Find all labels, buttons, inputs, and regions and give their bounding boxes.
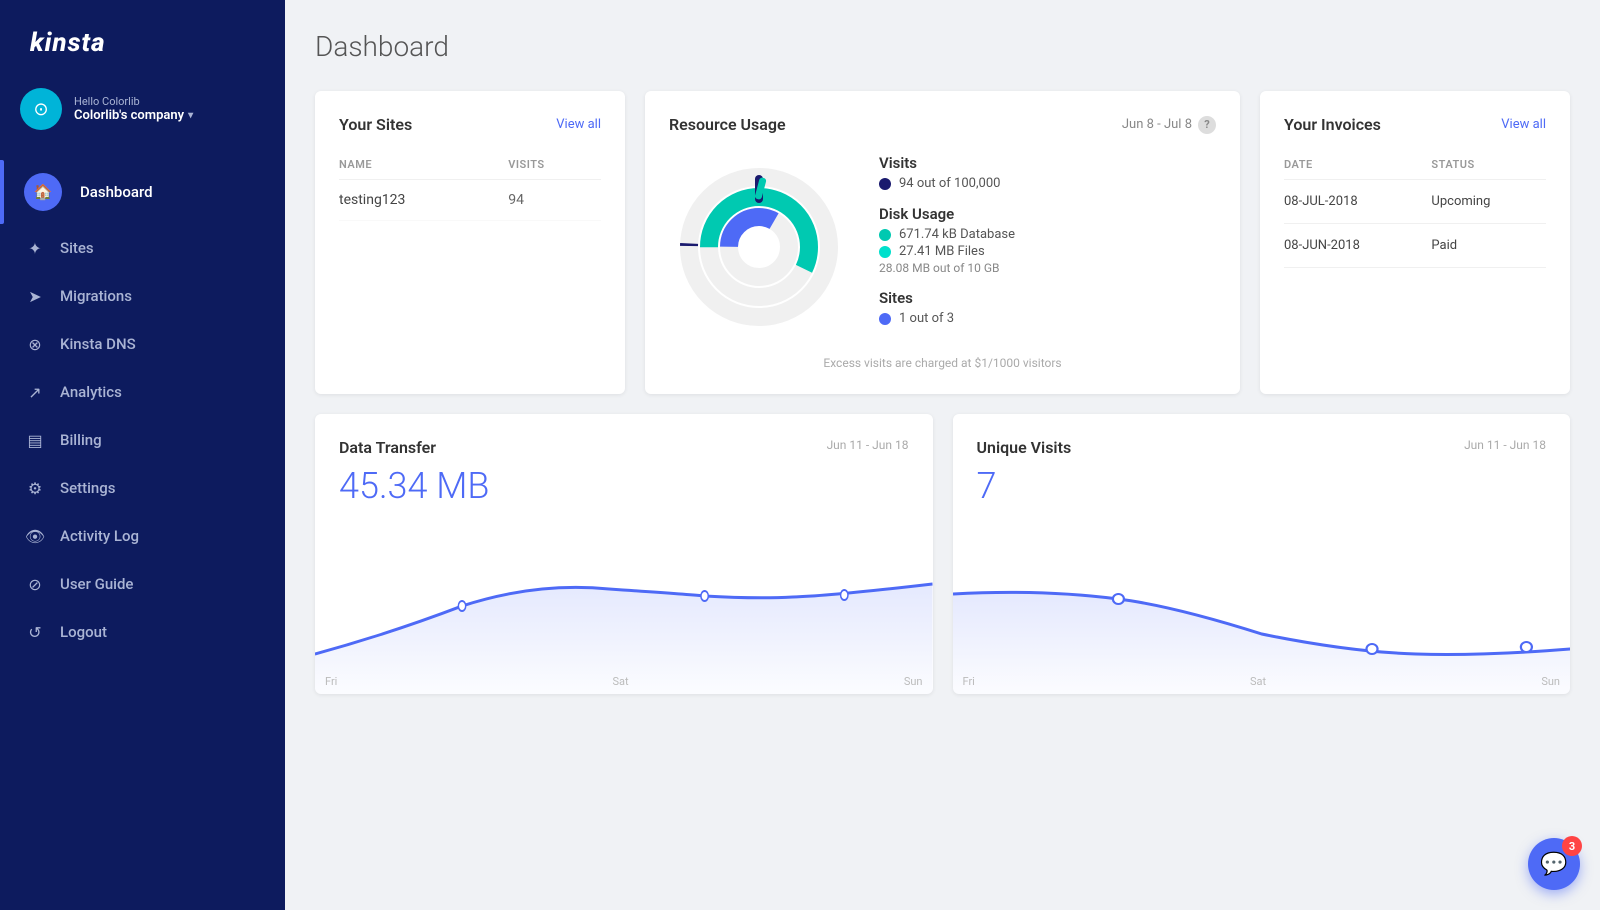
dashboard-icon: 🏠: [24, 173, 62, 211]
user-avatar: ⊙: [20, 88, 62, 130]
nav-list: 🏠 Dashboard ✦ Sites ➤ Migrations ⊗ Kinst…: [0, 150, 285, 910]
migrations-icon: ➤: [24, 285, 46, 307]
chat-badge: 3: [1562, 836, 1582, 856]
unique-visits-date: Jun 11 - Jun 18: [1464, 438, 1546, 452]
invoices-card-title: Your Invoices: [1284, 115, 1381, 134]
unique-visits-value: 7: [977, 465, 1547, 507]
sidebar-item-logout[interactable]: ↺ Logout: [0, 608, 285, 656]
disk-files-dot: [879, 246, 891, 258]
sidebar-item-label: Sites: [60, 239, 94, 257]
sidebar-item-label: Kinsta DNS: [60, 335, 136, 353]
sites-table: NAME VISITS testing12394: [339, 150, 601, 221]
invoices-card-header: Your Invoices View all: [1284, 115, 1546, 134]
invoice-status: Upcoming: [1431, 180, 1546, 224]
table-row: 08-JUL-2018Upcoming: [1284, 180, 1546, 224]
sidebar-item-kinsta-dns[interactable]: ⊗ Kinsta DNS: [0, 320, 285, 368]
sidebar-item-dashboard[interactable]: 🏠 Dashboard: [0, 160, 285, 224]
sidebar-item-label: Analytics: [60, 383, 122, 401]
table-row: testing12394: [339, 180, 601, 221]
data-transfer-chart: Fri Sat Sun: [315, 534, 933, 694]
visits-legend: Visits 94 out of 100,000: [879, 154, 1216, 191]
bottom-cards-row: Data Transfer Jun 11 - Jun 18 45.34 MB: [315, 414, 1570, 694]
user-hello: Hello Colorlib: [74, 95, 265, 108]
analytics-icon: ↗: [24, 381, 46, 403]
invoice-date: 08-JUL-2018: [1284, 180, 1431, 224]
invoice-status: Paid: [1431, 224, 1546, 268]
user-guide-icon: ⊘: [24, 573, 46, 595]
sites-legend: Sites 1 out of 3: [879, 289, 1216, 326]
sidebar-item-billing[interactable]: ▤ Billing: [0, 416, 285, 464]
billing-icon: ▤: [24, 429, 46, 451]
resource-body: Visits 94 out of 100,000 Disk Usage 671.…: [669, 154, 1216, 340]
invoices-col-date: DATE: [1284, 150, 1431, 180]
data-transfer-title: Data Transfer: [339, 438, 436, 457]
help-icon[interactable]: ?: [1198, 116, 1216, 134]
settings-icon: ⚙: [24, 477, 46, 499]
sidebar-item-label: Activity Log: [60, 527, 139, 545]
sites-col-visits: VISITS: [508, 150, 601, 180]
sidebar-item-migrations[interactable]: ➤ Migrations: [0, 272, 285, 320]
top-cards-row: Your Sites View all NAME VISITS testing1…: [315, 91, 1570, 394]
data-transfer-header: Data Transfer Jun 11 - Jun 18: [339, 438, 909, 457]
invoices-view-all-link[interactable]: View all: [1501, 117, 1546, 132]
sidebar-item-activity-log[interactable]: 👁 Activity Log: [0, 512, 285, 560]
invoices-table: DATE STATUS 08-JUL-2018Upcoming08-JUN-20…: [1284, 150, 1546, 268]
user-menu[interactable]: ⊙ Hello Colorlib Colorlib's company ▾: [0, 78, 285, 150]
data-transfer-card: Data Transfer Jun 11 - Jun 18 45.34 MB: [315, 414, 933, 694]
unique-visits-title: Unique Visits: [977, 438, 1072, 457]
invoice-date: 08-JUN-2018: [1284, 224, 1431, 268]
sites-col-name: NAME: [339, 150, 508, 180]
sites-card-header: Your Sites View all: [339, 115, 601, 134]
sidebar-item-sites[interactable]: ✦ Sites: [0, 224, 285, 272]
your-sites-card: Your Sites View all NAME VISITS testing1…: [315, 91, 625, 394]
user-info: Hello Colorlib Colorlib's company ▾: [74, 95, 265, 123]
chat-button[interactable]: 💬 3: [1528, 838, 1580, 890]
user-company: Colorlib's company ▾: [74, 108, 265, 123]
sidebar: kinsta ⊙ Hello Colorlib Colorlib's compa…: [0, 0, 285, 910]
resource-legend: Visits 94 out of 100,000 Disk Usage 671.…: [879, 154, 1216, 340]
dns-icon: ⊗: [24, 333, 46, 355]
disk-database-dot: [879, 229, 891, 241]
sidebar-item-label: Migrations: [60, 287, 132, 305]
data-transfer-value: 45.34 MB: [339, 465, 909, 507]
unique-visits-card: Unique Visits Jun 11 - Jun 18 7: [953, 414, 1571, 694]
invoices-col-status: STATUS: [1431, 150, 1546, 180]
sidebar-item-analytics[interactable]: ↗ Analytics: [0, 368, 285, 416]
unique-visits-chart: Fri Sat Sun: [953, 534, 1571, 694]
sidebar-item-label: User Guide: [60, 575, 133, 593]
sites-card-title: Your Sites: [339, 115, 412, 134]
sidebar-item-label: Settings: [60, 479, 116, 497]
unique-visits-header: Unique Visits Jun 11 - Jun 18: [977, 438, 1547, 457]
logout-icon: ↺: [24, 621, 46, 643]
resource-card-title: Resource Usage: [669, 115, 786, 134]
main-content: Dashboard Your Sites View all NAME VISIT…: [285, 0, 1600, 910]
disk-usage-legend: Disk Usage 671.74 kB Database 27.41 MB F…: [879, 205, 1216, 275]
page-title: Dashboard: [315, 30, 1570, 63]
chevron-down-icon: ▾: [188, 110, 193, 121]
sites-view-all-link[interactable]: View all: [556, 117, 601, 132]
data-transfer-date: Jun 11 - Jun 18: [827, 438, 909, 452]
unique-visits-x-labels: Fri Sat Sun: [953, 675, 1571, 688]
data-transfer-x-labels: Fri Sat Sun: [315, 675, 933, 688]
resource-header: Resource Usage Jun 8 - Jul 8 ?: [669, 115, 1216, 134]
activity-log-icon: 👁: [24, 525, 46, 547]
sidebar-item-label: Dashboard: [80, 183, 153, 201]
sites-dot: [879, 313, 891, 325]
sites-icon: ✦: [24, 237, 46, 259]
sidebar-item-user-guide[interactable]: ⊘ User Guide: [0, 560, 285, 608]
table-row: 08-JUN-2018Paid: [1284, 224, 1546, 268]
disk-total: 28.08 MB out of 10 GB: [879, 261, 1216, 275]
resource-footer: Excess visits are charged at $1/1000 vis…: [669, 356, 1216, 370]
sidebar-item-label: Logout: [60, 623, 107, 641]
your-invoices-card: Your Invoices View all DATE STATUS 08-JU…: [1260, 91, 1570, 394]
site-visits: 94: [508, 180, 601, 221]
resource-usage-card: Resource Usage Jun 8 - Jul 8 ?: [645, 91, 1240, 394]
donut-chart: [669, 157, 849, 337]
sidebar-item-label: Billing: [60, 431, 102, 449]
logo: kinsta: [0, 0, 285, 78]
resource-date-range: Jun 8 - Jul 8 ?: [1122, 116, 1216, 134]
site-name: testing123: [339, 180, 508, 221]
visits-dot: [879, 178, 891, 190]
sidebar-item-settings[interactable]: ⚙ Settings: [0, 464, 285, 512]
